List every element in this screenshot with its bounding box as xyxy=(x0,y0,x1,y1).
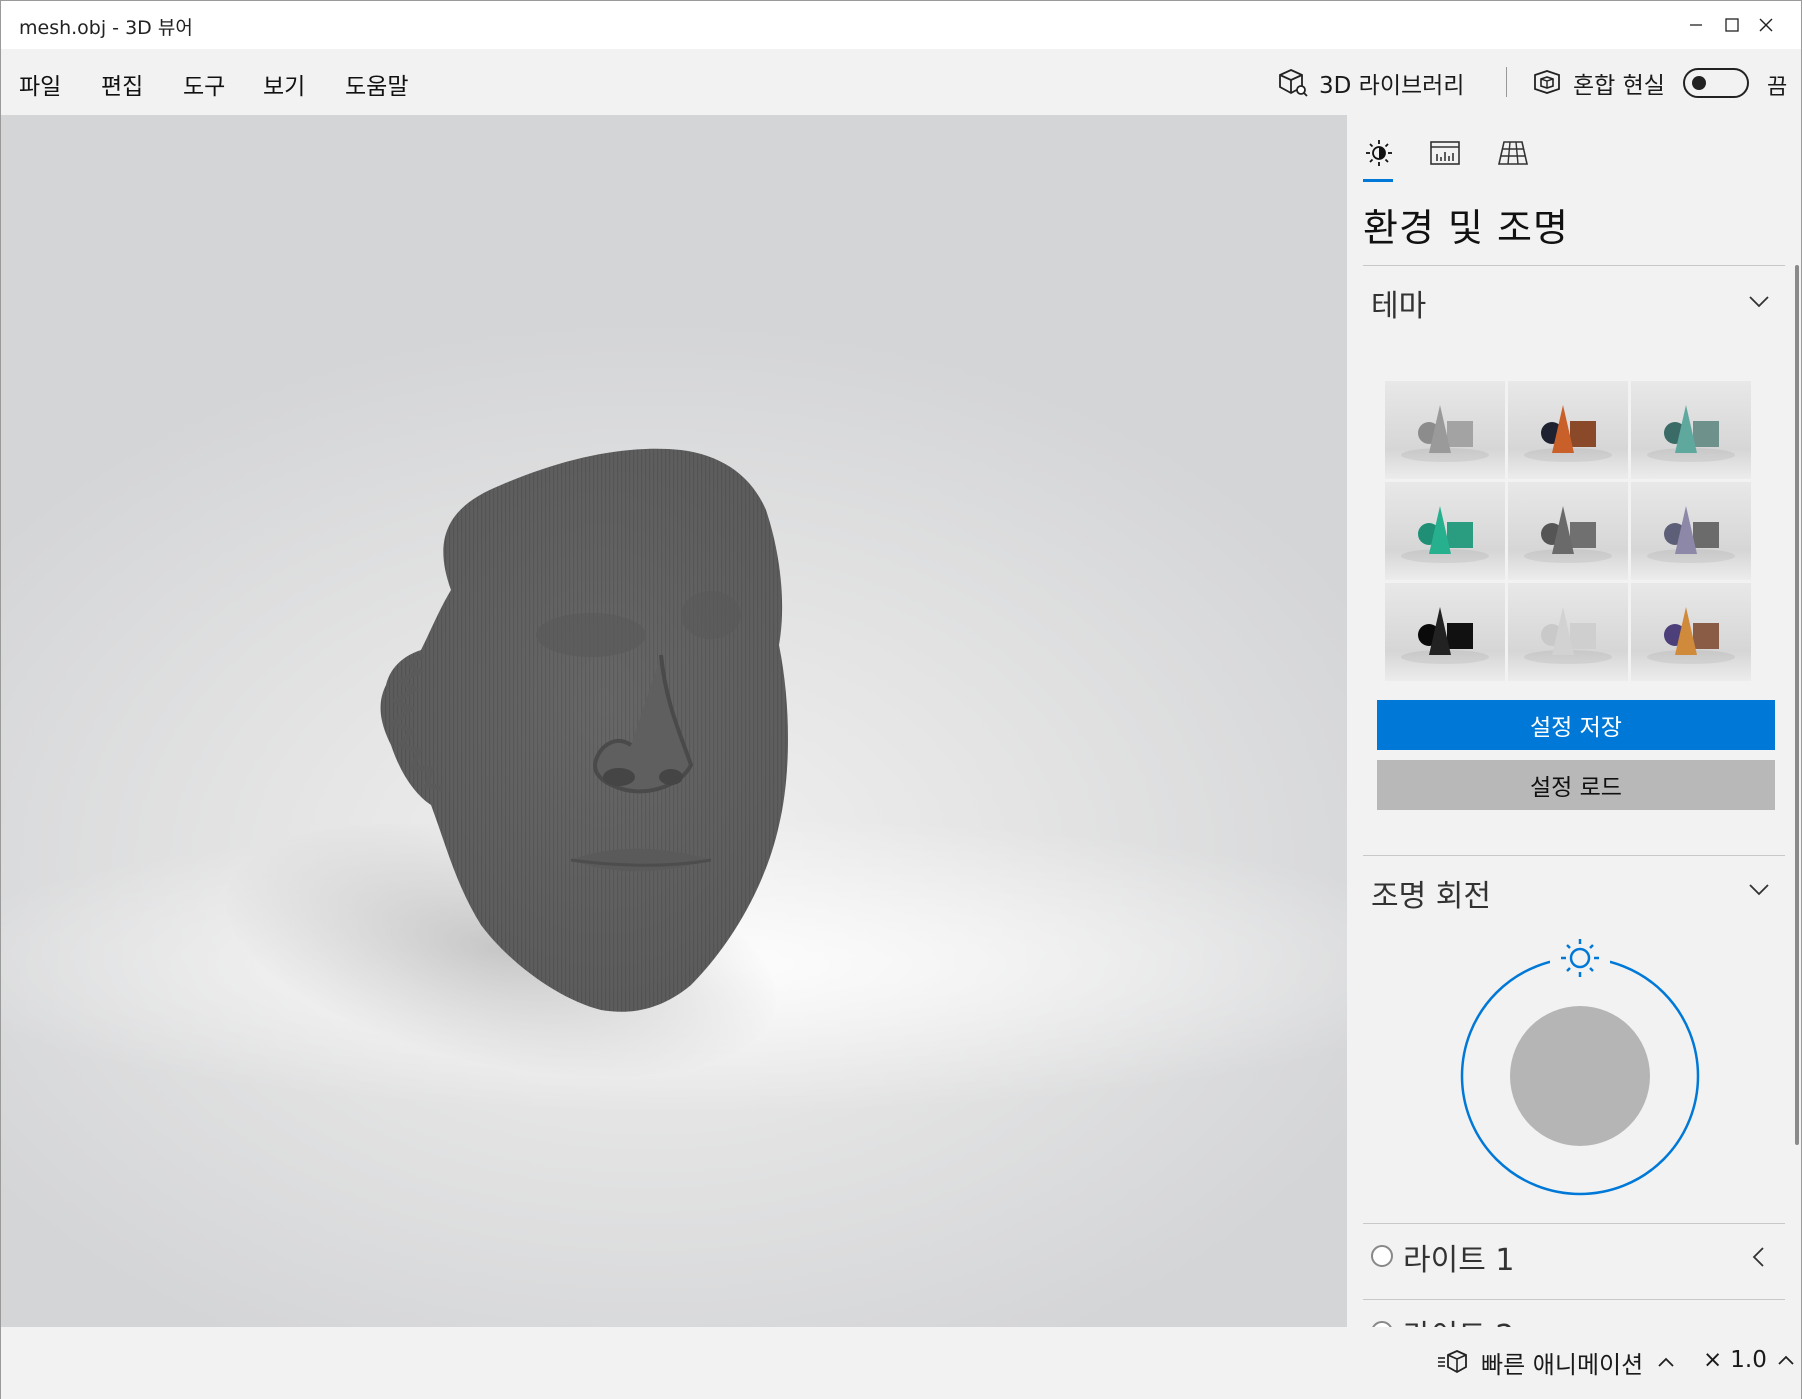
grid-icon xyxy=(1497,141,1529,165)
light-sphere xyxy=(1510,1006,1650,1146)
light-2-label: 라이트 2 xyxy=(1403,1311,1514,1327)
theme-tile-2[interactable] xyxy=(1508,381,1628,479)
save-settings-button[interactable]: 설정 저장 xyxy=(1377,700,1775,750)
tab-stats[interactable] xyxy=(1427,135,1463,171)
panel-scrollbar[interactable] xyxy=(1795,265,1799,1145)
theme-tile-7[interactable] xyxy=(1385,583,1505,681)
status-bar: 빠른 애니메이션 × 1.0 xyxy=(1,1327,1801,1399)
theme-preview-icon xyxy=(1524,607,1612,664)
theme-preview-icon xyxy=(1524,405,1612,462)
mixed-reality-button[interactable]: 혼합 현실 xyxy=(1531,63,1665,103)
theme-grid xyxy=(1385,381,1751,681)
panel-title: 환경 및 조명 xyxy=(1363,206,1569,250)
face-mesh-model[interactable] xyxy=(361,405,901,1045)
divider xyxy=(1363,855,1785,856)
quick-animation-label: 빠른 애니메이션 xyxy=(1481,1350,1644,1379)
close-button[interactable] xyxy=(1731,1,1801,49)
divider xyxy=(1363,265,1785,266)
menu-help[interactable]: 도움말 xyxy=(345,67,408,101)
theme-tile-3[interactable] xyxy=(1631,381,1751,479)
theme-tile-4[interactable] xyxy=(1385,482,1505,580)
menu-file[interactable]: 파일 xyxy=(19,67,61,101)
menu-edit[interactable]: 편집 xyxy=(101,67,143,101)
theme-preview-icon xyxy=(1524,506,1612,563)
mixed-reality-state: 끔 xyxy=(1767,75,1788,100)
environment-panel: 환경 및 조명 테마 설정 저장 설정 로드 조명 회전 라이트 1 xyxy=(1347,115,1801,1327)
theme-preview-icon xyxy=(1647,405,1735,462)
theme-tile-1[interactable] xyxy=(1385,381,1505,479)
window-title: mesh.obj - 3D 뷰어 xyxy=(19,17,193,39)
cube-search-icon xyxy=(1279,69,1308,97)
3d-library-label: 3D 라이브러리 xyxy=(1319,73,1465,99)
stats-chart-icon xyxy=(1430,141,1460,165)
3d-viewport[interactable] xyxy=(1,115,1347,1327)
theme-tile-9[interactable] xyxy=(1631,583,1751,681)
theme-tile-5[interactable] xyxy=(1508,482,1628,580)
light-1-label: 라이트 1 xyxy=(1403,1243,1515,1278)
load-settings-button[interactable]: 설정 로드 xyxy=(1377,760,1775,810)
chevron-left-icon[interactable] xyxy=(1745,1243,1773,1271)
tab-environment-lighting[interactable] xyxy=(1361,135,1397,171)
divider xyxy=(1363,1299,1785,1300)
theme-preview-icon xyxy=(1401,607,1489,664)
menu-view[interactable]: 보기 xyxy=(263,67,305,101)
theme-preview-icon xyxy=(1647,607,1735,664)
animation-cube-icon xyxy=(1438,1350,1467,1374)
light-rotation-control[interactable] xyxy=(1455,933,1705,1203)
divider xyxy=(1363,1223,1785,1224)
menu-tools[interactable]: 도구 xyxy=(183,67,225,101)
chevron-down-icon[interactable] xyxy=(1745,875,1773,903)
3d-library-button[interactable]: 3D 라이브러리 xyxy=(1277,63,1464,103)
app-window: mesh.obj - 3D 뷰어 파일 편집 도구 보기 도움말 3D 라이브러… xyxy=(0,0,1802,1399)
theme-section-label: 테마 xyxy=(1371,289,1427,324)
light-rotation-section-label: 조명 회전 xyxy=(1371,879,1491,914)
theme-preview-icon xyxy=(1401,405,1489,462)
chevron-down-icon[interactable] xyxy=(1745,287,1773,315)
mixed-reality-icon xyxy=(1534,70,1560,94)
theme-preview-icon xyxy=(1401,506,1489,563)
mixed-reality-toggle[interactable] xyxy=(1683,68,1749,98)
active-tab-indicator xyxy=(1363,179,1393,182)
theme-preview-icon xyxy=(1647,506,1735,563)
toolbar-separator xyxy=(1506,67,1507,97)
animation-speed-control[interactable]: × 1.0 xyxy=(1703,1347,1797,1373)
theme-tile-8[interactable] xyxy=(1508,583,1628,681)
title-bar: mesh.obj - 3D 뷰어 xyxy=(1,1,1801,49)
speed-value: 1.0 xyxy=(1730,1347,1767,1373)
quick-animation-button[interactable]: 빠른 애니메이션 xyxy=(1437,1345,1677,1379)
chevron-up-icon xyxy=(1778,1355,1794,1365)
chevron-up-icon xyxy=(1658,1357,1674,1367)
close-icon xyxy=(1759,18,1773,32)
tab-grid[interactable] xyxy=(1495,135,1531,171)
light-1-radio[interactable] xyxy=(1371,1245,1393,1267)
toggle-knob xyxy=(1692,76,1706,90)
theme-tile-6[interactable] xyxy=(1631,482,1751,580)
sun-half-icon xyxy=(1366,140,1392,166)
mixed-reality-label: 혼합 현실 xyxy=(1573,73,1665,99)
speed-prefix: × xyxy=(1703,1347,1723,1373)
